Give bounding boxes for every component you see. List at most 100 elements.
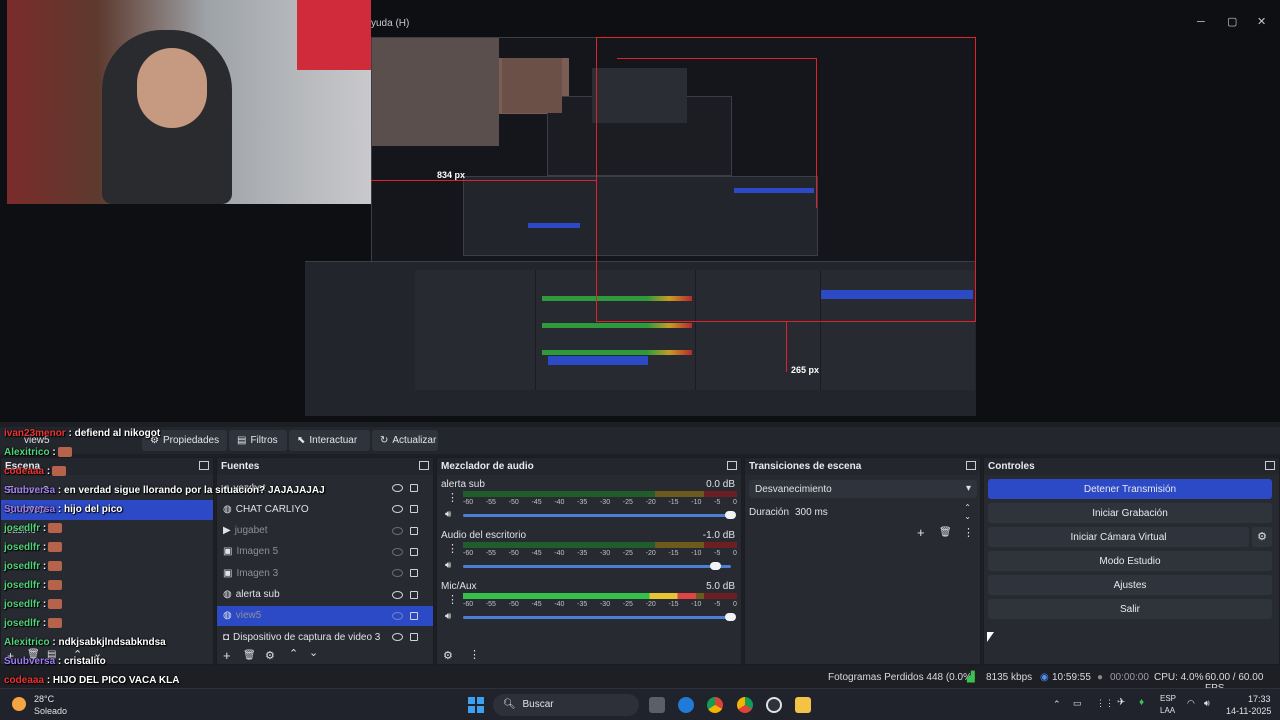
eye-hidden-icon[interactable] [392,547,403,556]
stop-streaming-button[interactable]: Detener Transmisión [988,479,1272,499]
clock-time[interactable]: 17:33 [1248,694,1271,704]
settings-button[interactable]: Ajustes [988,575,1272,595]
start-virtual-camera-button[interactable]: Iniciar Cámara Virtual [988,527,1249,547]
undock-icon[interactable] [966,461,976,470]
eye-icon[interactable] [392,590,403,599]
advanced-audio-icon[interactable]: ⚙ [443,649,453,662]
eye-icon[interactable] [392,505,403,514]
speaker-icon[interactable]: 🔊︎ [445,509,451,520]
source-item[interactable]: ▣ Imagen 5 [217,542,433,562]
file-explorer-icon[interactable] [795,697,811,713]
volume-slider-handle[interactable] [725,613,736,621]
preview-canvas[interactable]: yuda (H) ─ ▢ ✕ 834 px 265 px [0,0,1280,422]
volume-slider[interactable] [463,565,731,568]
tray-network-icon[interactable]: ✈ [1117,697,1125,708]
windows-start-icon[interactable] [468,697,484,713]
lock-icon[interactable] [410,526,418,535]
edge-icon[interactable] [678,697,694,713]
lock-icon[interactable] [410,590,418,599]
status-bar: Fotogramas Perdidos 448 (0.0%) ▟ 8135 kb… [0,668,1280,694]
interact-button[interactable]: ⬉ Interactuar [289,430,370,451]
tray-grid-icon[interactable]: ⋮⋮ [1096,698,1114,709]
task-view-icon[interactable] [649,697,665,713]
properties-button[interactable]: ⚙ Propiedades [142,430,227,451]
start-recording-button[interactable]: Iniciar Grabación [988,503,1272,523]
trash-icon[interactable]: 🗑 [27,649,40,660]
trash-icon[interactable]: 🗑 [243,650,256,661]
undock-icon[interactable] [199,461,209,470]
tray-mic-icon[interactable]: ♦ [1139,697,1144,708]
maximize-icon[interactable]: ▢ [1227,15,1237,28]
undock-icon[interactable] [727,461,737,470]
refresh-button[interactable]: ↻ Actualizar [372,430,438,451]
taskbar-search[interactable]: 🔍︎ Buscar [493,694,639,716]
scene-item[interactable]: casino [1,520,213,540]
source-item[interactable]: ◍ alerta sub [217,585,433,605]
tray-app-icon[interactable]: ▭ [1073,698,1082,709]
eye-hidden-icon[interactable] [392,611,403,620]
trash-icon[interactable]: 🗑 [939,527,952,538]
chrome-profile-icon[interactable] [737,697,753,713]
volume-slider-handle[interactable] [725,511,736,519]
menu-dots-icon[interactable]: ⋮ [963,526,974,539]
volume-slider[interactable] [463,616,731,619]
add-transition-icon[interactable]: + [917,525,925,540]
add-scene-icon[interactable]: + [7,649,14,663]
spinner-icon[interactable]: ⌃ ⌄ [964,503,971,521]
eye-hidden-icon[interactable] [392,526,403,535]
undock-icon[interactable] [419,461,429,470]
gear-icon[interactable]: ⚙ [265,649,275,662]
lock-icon[interactable] [410,547,418,556]
tray-chevron-icon[interactable]: ⌃ [1053,699,1061,710]
source-item[interactable]: ◍ CHAT CARLIYO [217,499,433,519]
volume-icon[interactable]: 🔊︎ [1204,698,1210,709]
source-item[interactable]: ▶ jugabet [217,521,433,541]
transition-select[interactable]: Desvanecimiento ▾ [749,480,977,498]
wifi-icon[interactable]: ◠ [1187,698,1195,709]
filters-button[interactable]: ▤ Filtros [229,430,287,451]
lock-icon[interactable] [410,484,418,492]
down-arrow-icon[interactable]: ⌄ [309,646,318,659]
speaker-icon[interactable]: 🔊︎ [445,560,451,571]
chrome-icon[interactable] [707,697,723,713]
lang-bottom[interactable]: LAA [1160,706,1175,715]
lock-icon[interactable] [410,611,418,620]
close-icon[interactable]: ✕ [1257,15,1266,28]
menu-help[interactable]: yuda (H) [371,18,409,29]
up-arrow-icon[interactable]: ⌃ [73,648,82,661]
speaker-icon[interactable]: 🔊︎ [445,611,451,622]
down-arrow-icon[interactable]: ⌄ [93,647,102,660]
volume-slider-handle[interactable] [710,562,721,570]
eye-hidden-icon[interactable] [392,569,403,578]
lang-top[interactable]: ESP [1160,694,1176,703]
lock-icon[interactable] [410,633,418,642]
controls-title: Controles [984,458,1279,475]
filter-icon[interactable]: ▤ [47,649,56,660]
menu-dots-icon[interactable]: ⋮ [447,593,458,606]
source-item[interactable]: 🔊︎ voz bot [217,478,433,498]
clock-date[interactable]: 14-11-2025 [1226,706,1271,716]
duration-input[interactable]: 300 ms ⌃ ⌄ [789,503,977,521]
undock-icon[interactable] [1265,461,1275,470]
obs-icon[interactable] [766,697,782,713]
menu-dots-icon[interactable]: ⋮ [447,491,458,504]
lock-icon[interactable] [410,505,418,514]
eye-icon[interactable] [392,484,403,492]
source-item[interactable]: ◍ view5 [217,605,433,626]
source-item[interactable]: ▣ Imagen 3 [217,563,433,583]
scene-item[interactable]: Escena 3 [1,480,213,500]
add-source-icon[interactable]: + [223,648,231,663]
volume-slider[interactable] [463,514,731,517]
weather-sun-icon[interactable] [12,697,26,711]
virtual-camera-settings-icon[interactable]: ⚙ [1252,527,1272,547]
studio-mode-button[interactable]: Modo Estudio [988,551,1272,571]
scene-item[interactable]: CASINO [1,500,213,520]
minimize-icon[interactable]: ─ [1197,16,1205,28]
lock-icon[interactable] [410,569,418,578]
eye-icon[interactable] [392,633,403,642]
menu-dots-icon[interactable]: ⋮ [447,542,458,555]
exit-button[interactable]: Salir [988,599,1272,619]
source-item[interactable]: ◘ Dispositivo de captura de video 3 [217,627,433,647]
up-arrow-icon[interactable]: ⌃ [289,647,298,660]
menu-dots-icon[interactable]: ⋮ [469,648,480,661]
